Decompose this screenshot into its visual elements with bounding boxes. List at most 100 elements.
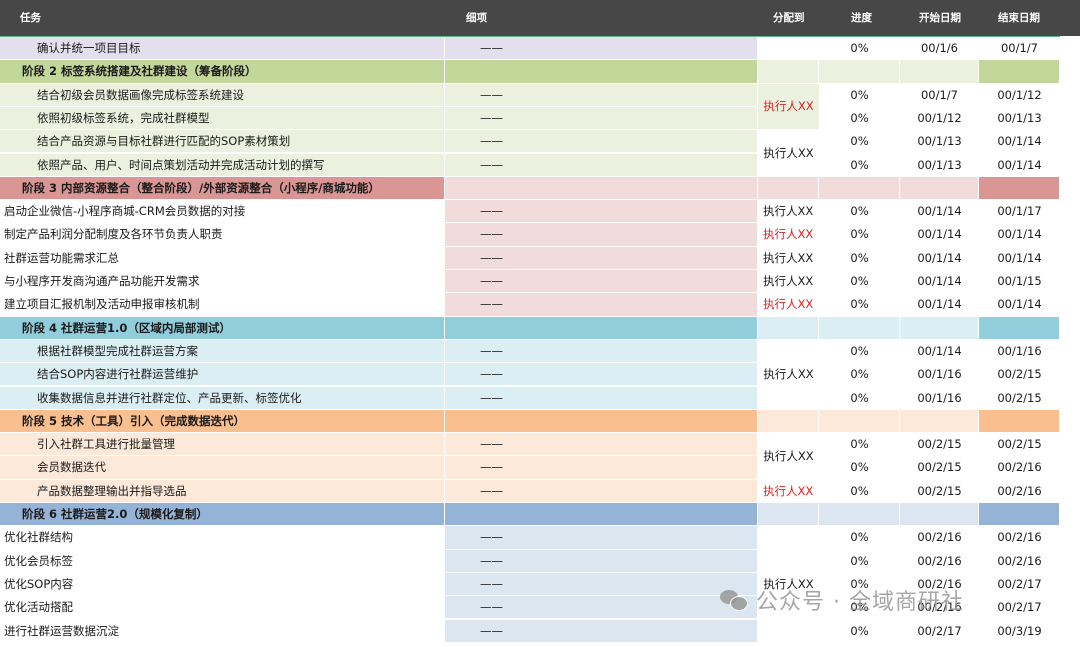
phase-title: 阶段 6 社群运营2.0（规模化复制） bbox=[22, 507, 208, 521]
table-row[interactable]: 建立项目汇报机制及活动申报审核机制 —— 执行人XX 0% 00/1/14 00… bbox=[0, 293, 1060, 317]
header-progress[interactable]: 进度 bbox=[851, 0, 872, 36]
end-text: 00/1/12 bbox=[997, 87, 1042, 102]
end-text: 00/2/16 bbox=[997, 530, 1042, 545]
merged-assignee-cell[interactable]: 执行人XX bbox=[758, 433, 819, 480]
phase-title: 阶段 4 社群运营1.0（区域内局部测试） bbox=[22, 320, 231, 335]
phase-cell bbox=[819, 503, 900, 527]
progress-text: 0% bbox=[850, 134, 869, 149]
header-end-date[interactable]: 结束日期 bbox=[998, 0, 1040, 36]
detail-text: —— bbox=[480, 87, 503, 102]
phase-cell bbox=[900, 60, 979, 84]
table-row[interactable]: 根据社群模型完成社群运营方案 —— 0% 00/1/14 00/1/16 bbox=[0, 339, 1060, 364]
table-row[interactable]: 确认并统一项目目标 —— 0% 00/1/6 00/1/7 bbox=[0, 37, 1060, 61]
header-detail[interactable]: 细项 bbox=[466, 0, 487, 36]
phase-cell bbox=[900, 503, 979, 527]
task-text: 进行社群运营数据沉淀 bbox=[4, 623, 119, 638]
start-text: 00/2/15 bbox=[917, 483, 962, 498]
progress-text: 0% bbox=[850, 297, 869, 312]
assignee-cell[interactable] bbox=[758, 37, 819, 61]
task-text: 产品数据整理输出并指导选品 bbox=[37, 483, 187, 498]
assignee-text: 执行人XX bbox=[763, 367, 814, 382]
end-text: 00/1/7 bbox=[1000, 41, 1038, 55]
assignee-text: 执行人XX bbox=[763, 204, 814, 219]
task-text: 与小程序开发商沟通产品功能开发需求 bbox=[4, 274, 200, 288]
table-row[interactable]: 制定产品利润分配制度及各环节负责人职责 —— 执行人XX 0% 00/1/14 … bbox=[0, 223, 1060, 247]
header-start-date[interactable]: 开始日期 bbox=[919, 0, 961, 36]
table-row[interactable]: 结合SOP内容进行社群运营维护 —— 0% 00/1/16 00/2/15 bbox=[0, 363, 1060, 387]
header-assignee[interactable]: 分配到 bbox=[773, 0, 805, 36]
end-text: 00/2/17 bbox=[997, 600, 1042, 615]
phase-cell bbox=[979, 316, 1060, 340]
task-text: 收集数据信息并进行社群定位、产品更新、标签优化 bbox=[37, 390, 302, 405]
table-row[interactable]: 进行社群运营数据沉淀 —— 0% 00/2/17 00/3/19 bbox=[0, 619, 1060, 643]
phase-cell bbox=[900, 316, 979, 340]
start-text: 00/2/16 bbox=[917, 553, 962, 568]
table-row[interactable]: 收集数据信息并进行社群定位、产品更新、标签优化 —— 0% 00/1/16 00… bbox=[0, 386, 1060, 410]
watermark: 公众号 · 全域商研社 bbox=[720, 582, 964, 618]
header-task[interactable]: 任务 bbox=[20, 0, 41, 36]
start-text: 00/1/14 bbox=[917, 297, 962, 312]
merged-assignee-cell[interactable]: 执行人XX bbox=[758, 83, 819, 131]
table-row[interactable]: 引入社群工具进行批量管理 —— 0% 00/2/15 00/2/15 bbox=[0, 433, 1060, 457]
detail-text: —— bbox=[480, 250, 503, 265]
table-row[interactable]: 启动企业微信-小程序商城-CRM会员数据的对接 —— 执行人XX 0% 00/1… bbox=[0, 200, 1060, 224]
end-text: 00/3/19 bbox=[997, 623, 1042, 638]
assignee-text: 执行人XX bbox=[763, 274, 814, 288]
phase-cell bbox=[445, 409, 758, 434]
assignee-text: 执行人XX bbox=[763, 227, 814, 242]
table-row[interactable]: 优化会员标签 —— 0% 00/2/16 00/2/16 bbox=[0, 549, 1060, 573]
progress-text: 0% bbox=[850, 274, 869, 288]
table-row[interactable]: 会员数据迭代 —— 0% 00/2/15 00/2/16 bbox=[0, 456, 1060, 480]
end-text: 00/1/16 bbox=[997, 343, 1042, 358]
end-text: 00/1/14 bbox=[997, 250, 1042, 265]
task-text: 依照初级标签系统，完成社群模型 bbox=[37, 110, 210, 125]
task-text: 引入社群工具进行批量管理 bbox=[37, 437, 175, 452]
phase-row[interactable]: 阶段 2 标签系统搭建及社群建设（筹备阶段） bbox=[0, 60, 1060, 84]
table-row[interactable]: 结合产品资源与目标社群进行匹配的SOP素材策划 —— 0% 00/1/13 00… bbox=[0, 130, 1060, 154]
task-text: 结合初级会员数据画像完成标签系统建设 bbox=[37, 87, 244, 102]
table-row[interactable]: 与小程序开发商沟通产品功能开发需求 —— 执行人XX 0% 00/1/14 00… bbox=[0, 270, 1060, 294]
merged-assignee-cell[interactable]: 执行人XX bbox=[758, 339, 819, 410]
table-row[interactable]: 社群运营功能需求汇总 —— 执行人XX 0% 00/1/14 00/1/14 bbox=[0, 246, 1060, 270]
phase-row[interactable]: 阶段 4 社群运营1.0（区域内局部测试） bbox=[0, 316, 1060, 340]
progress-text: 0% bbox=[850, 227, 869, 242]
phase-title: 阶段 5 技术（工具）引入（完成数据迭代） bbox=[22, 413, 246, 428]
start-text: 00/1/14 bbox=[917, 343, 962, 358]
detail-text: —— bbox=[480, 600, 503, 615]
detail-text: —— bbox=[480, 297, 503, 312]
phase-cell bbox=[900, 176, 979, 201]
phase-row[interactable]: 阶段 5 技术（工具）引入（完成数据迭代） bbox=[0, 409, 1060, 434]
end-text: 00/1/14 bbox=[997, 297, 1042, 312]
assignee-text: 执行人XX bbox=[763, 99, 814, 114]
task-text: 启动企业微信-小程序商城-CRM会员数据的对接 bbox=[4, 204, 246, 219]
start-text: 00/2/17 bbox=[917, 623, 962, 638]
detail-text: —— bbox=[480, 623, 503, 638]
phase-row[interactable]: 阶段 3 内部资源整合（整合阶段）/外部资源整合（小程序/商城功能） bbox=[0, 176, 1060, 201]
progress-text: 0% bbox=[850, 483, 869, 498]
start-text: 00/2/15 bbox=[917, 460, 962, 475]
assignee-text: 执行人XX bbox=[763, 483, 814, 498]
detail-text: —— bbox=[480, 41, 503, 55]
end-text: 00/2/15 bbox=[997, 367, 1042, 382]
table-row[interactable]: 优化社群结构 —— 0% 00/2/16 00/2/16 bbox=[0, 526, 1060, 550]
phase-cell bbox=[819, 176, 900, 201]
table-row[interactable]: 依照产品、用户、时间点策划活动并完成活动计划的撰写 —— 0% 00/1/13 … bbox=[0, 153, 1060, 177]
assignee-text: 执行人XX bbox=[763, 297, 814, 312]
detail-text: —— bbox=[480, 460, 503, 475]
progress-text: 0% bbox=[850, 41, 869, 55]
task-text: 优化社群结构 bbox=[4, 530, 73, 545]
progress-text: 0% bbox=[850, 367, 869, 382]
table-row[interactable]: 产品数据整理输出并指导选品 —— 执行人XX 0% 00/2/15 00/2/1… bbox=[0, 479, 1060, 503]
end-text: 00/1/14 bbox=[997, 134, 1042, 149]
start-text: 00/1/14 bbox=[917, 204, 962, 219]
table-row[interactable]: 依照初级标签系统，完成社群模型 —— 0% 00/1/12 00/1/13 bbox=[0, 106, 1060, 131]
task-text: 会员数据迭代 bbox=[37, 460, 106, 475]
end-text: 00/1/14 bbox=[997, 227, 1042, 242]
phase-cell bbox=[819, 60, 900, 84]
merged-assignee-cell[interactable]: 执行人XX bbox=[758, 130, 819, 177]
phase-row[interactable]: 阶段 6 社群运营2.0（规模化复制） bbox=[0, 503, 1060, 527]
table-row[interactable]: 结合初级会员数据画像完成标签系统建设 —— 0% 00/1/7 00/1/12 bbox=[0, 83, 1060, 107]
phase-cell bbox=[445, 503, 758, 527]
phase-cell bbox=[758, 503, 819, 527]
task-text: 优化活动搭配 bbox=[4, 600, 73, 615]
